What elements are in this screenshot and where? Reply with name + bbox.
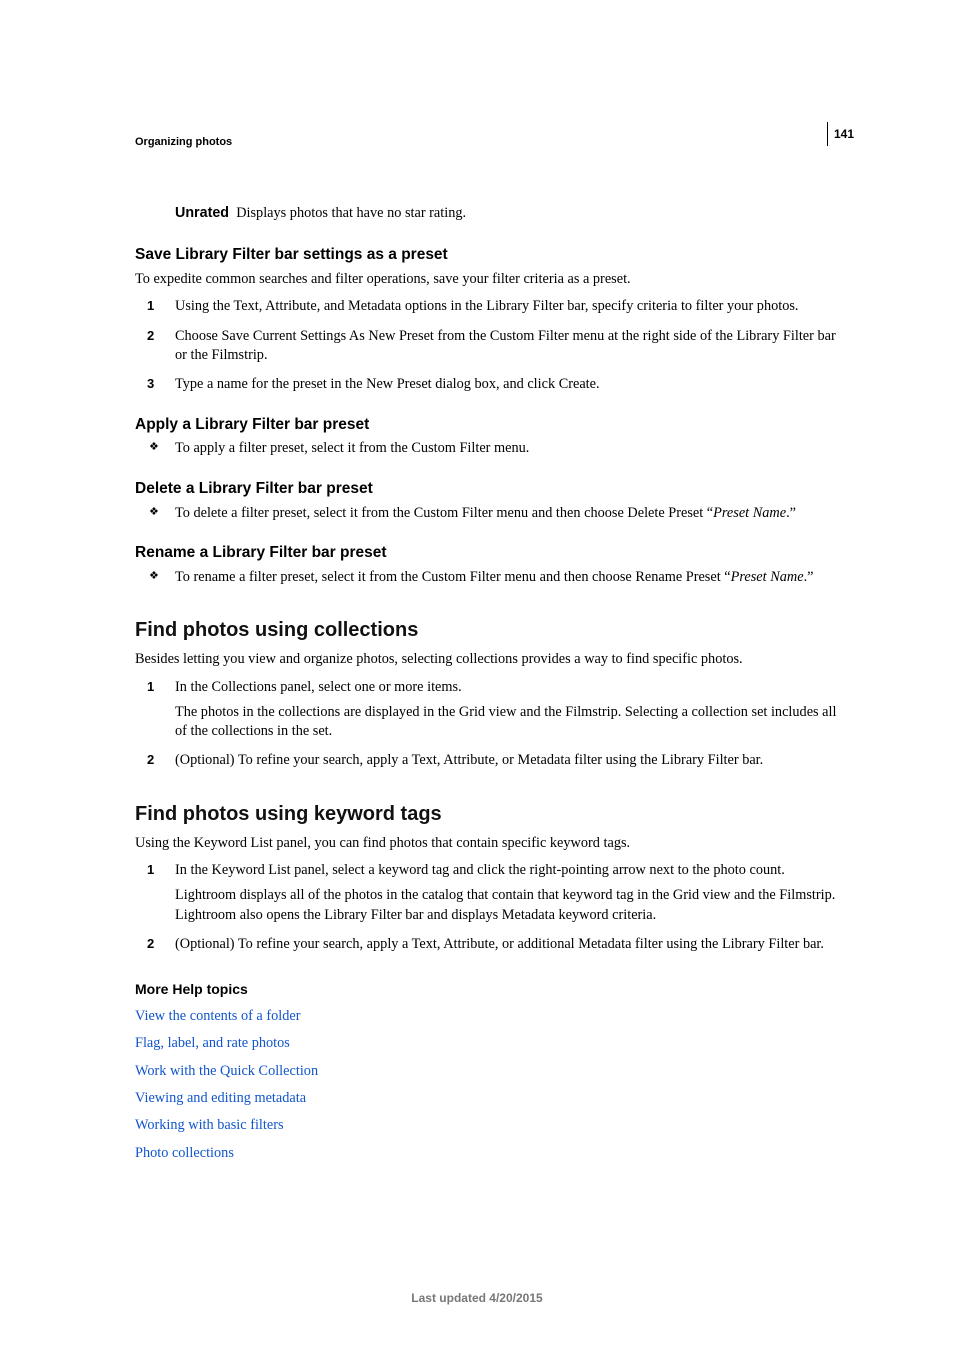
step-number: 1 <box>147 861 154 879</box>
step-text: In the Keyword List panel, select a keyw… <box>175 861 842 880</box>
step-number: 3 <box>147 375 154 393</box>
bullet-text-post: .” <box>786 505 796 521</box>
page-number: 141 <box>827 122 854 146</box>
bullet-text-italic: Preset Name <box>713 505 786 521</box>
save-preset-intro: To expedite common searches and filter o… <box>135 270 842 289</box>
bullet-text: To apply a filter preset, select it from… <box>175 440 529 456</box>
heading-keywords: Find photos using keyword tags <box>135 801 842 828</box>
bullet-text-post: .” <box>804 569 814 585</box>
heading-save-preset: Save Library Filter bar settings as a pr… <box>135 245 842 266</box>
step-text: Type a name for the preset in the New Pr… <box>175 375 842 394</box>
save-preset-steps: 1 Using the Text, Attribute, and Metadata… <box>135 297 842 394</box>
help-link[interactable]: View the contents of a folder <box>135 1007 842 1026</box>
step-text: Choose Save Current Settings As New Pres… <box>175 327 842 366</box>
collections-intro: Besides letting you view and organize ph… <box>135 650 842 669</box>
step-item: 2 (Optional) To refine your search, apply… <box>135 751 842 770</box>
help-link[interactable]: Viewing and editing metadata <box>135 1089 842 1108</box>
keywords-steps: 1 In the Keyword List panel, select a key… <box>135 861 842 954</box>
step-text: Using the Text, Attribute, and Metadata … <box>175 297 842 316</box>
delete-preset-list: To delete a filter preset, select it fro… <box>135 504 842 523</box>
step-subtext: Lightroom displays all of the photos in … <box>175 886 842 925</box>
help-link[interactable]: Work with the Quick Collection <box>135 1062 842 1081</box>
step-item: 1 In the Collections panel, select one or… <box>135 678 842 742</box>
step-item: 1 Using the Text, Attribute, and Metadata… <box>135 297 842 316</box>
bullet-item: To apply a filter preset, select it from… <box>135 439 842 458</box>
more-help-heading: More Help topics <box>135 980 842 999</box>
step-item: 3 Type a name for the preset in the New P… <box>135 375 842 394</box>
step-number: 1 <box>147 297 154 315</box>
help-link[interactable]: Photo collections <box>135 1144 842 1163</box>
step-number: 1 <box>147 678 154 696</box>
footer-updated: Last updated 4/20/2015 <box>0 1290 954 1306</box>
keywords-intro: Using the Keyword List panel, you can fi… <box>135 834 842 853</box>
bullet-text-italic: Preset Name <box>731 569 804 585</box>
help-link[interactable]: Working with basic filters <box>135 1116 842 1135</box>
heading-collections: Find photos using collections <box>135 617 842 644</box>
bullet-item: To rename a filter preset, select it fro… <box>135 568 842 587</box>
apply-preset-list: To apply a filter preset, select it from… <box>135 439 842 458</box>
more-help-links: View the contents of a folder Flag, labe… <box>135 1007 842 1163</box>
help-link[interactable]: Flag, label, and rate photos <box>135 1034 842 1053</box>
collections-steps: 1 In the Collections panel, select one or… <box>135 678 842 771</box>
step-item: 2 Choose Save Current Settings As New Pre… <box>135 327 842 366</box>
term-unrated-desc: Displays photos that have no star rating… <box>236 205 466 221</box>
heading-delete-preset: Delete a Library Filter bar preset <box>135 479 842 500</box>
heading-apply-preset: Apply a Library Filter bar preset <box>135 415 842 436</box>
rename-preset-list: To rename a filter preset, select it fro… <box>135 568 842 587</box>
step-text: (Optional) To refine your search, apply … <box>175 935 842 954</box>
step-text: (Optional) To refine your search, apply … <box>175 751 842 770</box>
step-text: In the Collections panel, select one or … <box>175 678 842 697</box>
step-item: 2 (Optional) To refine your search, apply… <box>135 935 842 954</box>
bullet-item: To delete a filter preset, select it fro… <box>135 504 842 523</box>
bullet-text-pre: To rename a filter preset, select it fro… <box>175 569 731 585</box>
step-number: 2 <box>147 327 154 345</box>
chapter-heading: Organizing photos <box>135 135 842 150</box>
definition-unrated: Unrated Displays photos that have no sta… <box>175 204 842 223</box>
step-subtext: The photos in the collections are displa… <box>175 703 842 742</box>
term-unrated: Unrated <box>175 205 229 221</box>
step-number: 2 <box>147 935 154 953</box>
heading-rename-preset: Rename a Library Filter bar preset <box>135 543 842 564</box>
step-item: 1 In the Keyword List panel, select a key… <box>135 861 842 925</box>
bullet-text-pre: To delete a filter preset, select it fro… <box>175 505 713 521</box>
step-number: 2 <box>147 751 154 769</box>
